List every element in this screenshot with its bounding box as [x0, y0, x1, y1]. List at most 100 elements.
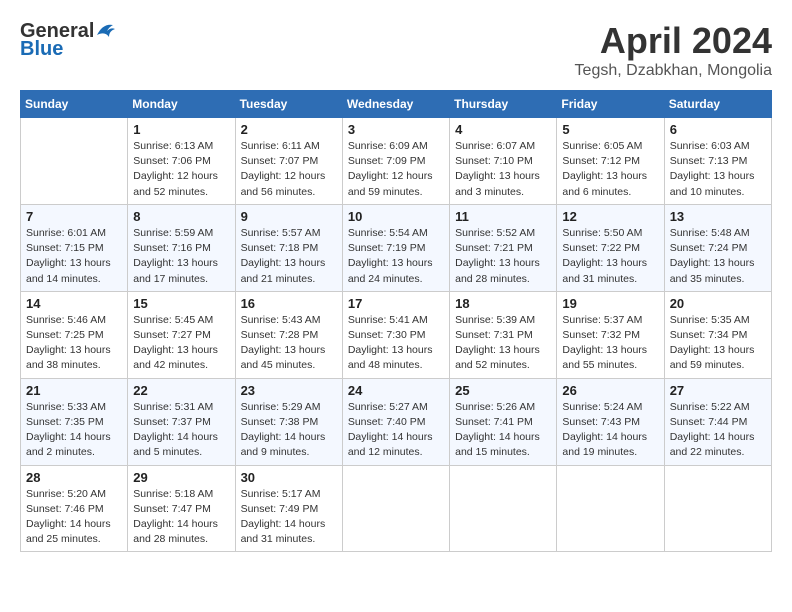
day-info: Sunrise: 5:17 AM Sunset: 7:49 PM Dayligh… [241, 487, 337, 548]
day-number: 18 [455, 296, 551, 311]
calendar-cell: 13Sunrise: 5:48 AM Sunset: 7:24 PM Dayli… [664, 204, 771, 291]
calendar-cell: 22 Sunrise: 5:31 AM Sunset: 7:37 PM Dayli… [128, 378, 235, 465]
day-info: Sunrise: 6:01 AM Sunset: 7:15 PM Dayligh… [26, 226, 122, 287]
calendar-cell: 3 Sunrise: 6:09 AM Sunset: 7:09 PM Daylig… [342, 118, 449, 205]
calendar-cell: 7 Sunrise: 6:01 AM Sunset: 7:15 PM Daylig… [21, 204, 128, 291]
day-info: Sunrise: 5:18 AM Sunset: 7:47 PM Dayligh… [133, 487, 229, 548]
logo: General Blue [20, 20, 117, 60]
calendar-cell: 9Sunrise: 5:57 AM Sunset: 7:18 PM Daylig… [235, 204, 342, 291]
day-info: Sunrise: 6:05 AM Sunset: 7:12 PM Dayligh… [562, 139, 658, 200]
calendar-body: 1 Sunrise: 6:13 AM Sunset: 7:06 PM Daylig… [21, 118, 772, 552]
day-number: 28 [26, 470, 122, 485]
day-info: Sunrise: 5:27 AM Sunset: 7:40 PM Dayligh… [348, 400, 444, 461]
day-info: Sunrise: 5:24 AM Sunset: 7:43 PM Dayligh… [562, 400, 658, 461]
day-number: 2 [241, 122, 337, 137]
calendar-cell: 10 Sunrise: 5:54 AM Sunset: 7:19 PM Dayli… [342, 204, 449, 291]
calendar-cell: 17 Sunrise: 5:41 AM Sunset: 7:30 PM Dayli… [342, 291, 449, 378]
calendar-header-row: SundayMondayTuesdayWednesdayThursdayFrid… [21, 91, 772, 118]
calendar-cell: 18 Sunrise: 5:39 AM Sunset: 7:31 PM Dayli… [450, 291, 557, 378]
header-tuesday: Tuesday [235, 91, 342, 118]
day-info: Sunrise: 5:31 AM Sunset: 7:37 PM Dayligh… [133, 400, 229, 461]
day-info: Sunrise: 5:54 AM Sunset: 7:19 PM Dayligh… [348, 226, 444, 287]
calendar-table: SundayMondayTuesdayWednesdayThursdayFrid… [20, 90, 772, 552]
calendar-cell: 23Sunrise: 5:29 AM Sunset: 7:38 PM Dayli… [235, 378, 342, 465]
calendar-cell: 12 Sunrise: 5:50 AM Sunset: 7:22 PM Dayli… [557, 204, 664, 291]
day-info: Sunrise: 5:20 AM Sunset: 7:46 PM Dayligh… [26, 487, 122, 548]
day-number: 22 [133, 383, 229, 398]
day-number: 23 [241, 383, 337, 398]
calendar-cell: 29 Sunrise: 5:18 AM Sunset: 7:47 PM Dayli… [128, 465, 235, 552]
day-number: 11 [455, 209, 551, 224]
location: Tegsh, Dzabkhan, Mongolia [575, 62, 772, 80]
logo-blue: Blue [20, 38, 63, 60]
day-number: 15 [133, 296, 229, 311]
day-info: Sunrise: 5:22 AM Sunset: 7:44 PM Dayligh… [670, 400, 766, 461]
week-row-2: 7 Sunrise: 6:01 AM Sunset: 7:15 PM Daylig… [21, 204, 772, 291]
calendar-cell: 30 Sunrise: 5:17 AM Sunset: 7:49 PM Dayli… [235, 465, 342, 552]
calendar-cell [450, 465, 557, 552]
day-number: 30 [241, 470, 337, 485]
day-number: 4 [455, 122, 551, 137]
calendar-cell: 11 Sunrise: 5:52 AM Sunset: 7:21 PM Dayli… [450, 204, 557, 291]
calendar-cell [21, 118, 128, 205]
calendar-cell [557, 465, 664, 552]
calendar-cell: 15 Sunrise: 5:45 AM Sunset: 7:27 PM Dayli… [128, 291, 235, 378]
header-sunday: Sunday [21, 91, 128, 118]
calendar-cell: 5 Sunrise: 6:05 AM Sunset: 7:12 PM Daylig… [557, 118, 664, 205]
week-row-3: 14 Sunrise: 5:46 AM Sunset: 7:25 PM Dayli… [21, 291, 772, 378]
calendar-cell [342, 465, 449, 552]
header-wednesday: Wednesday [342, 91, 449, 118]
calendar-cell: 27Sunrise: 5:22 AM Sunset: 7:44 PM Dayli… [664, 378, 771, 465]
title-block: April 2024 Tegsh, Dzabkhan, Mongolia [575, 20, 772, 80]
day-number: 3 [348, 122, 444, 137]
day-number: 13 [670, 209, 766, 224]
day-number: 19 [562, 296, 658, 311]
day-number: 24 [348, 383, 444, 398]
calendar-cell: 19 Sunrise: 5:37 AM Sunset: 7:32 PM Dayli… [557, 291, 664, 378]
day-info: Sunrise: 5:35 AM Sunset: 7:34 PM Dayligh… [670, 313, 766, 374]
day-info: Sunrise: 6:09 AM Sunset: 7:09 PM Dayligh… [348, 139, 444, 200]
day-info: Sunrise: 5:41 AM Sunset: 7:30 PM Dayligh… [348, 313, 444, 374]
header-friday: Friday [557, 91, 664, 118]
day-info: Sunrise: 5:37 AM Sunset: 7:32 PM Dayligh… [562, 313, 658, 374]
header-thursday: Thursday [450, 91, 557, 118]
day-info: Sunrise: 5:39 AM Sunset: 7:31 PM Dayligh… [455, 313, 551, 374]
day-number: 17 [348, 296, 444, 311]
calendar-cell: 6Sunrise: 6:03 AM Sunset: 7:13 PM Daylig… [664, 118, 771, 205]
day-number: 1 [133, 122, 229, 137]
day-number: 10 [348, 209, 444, 224]
header-saturday: Saturday [664, 91, 771, 118]
day-number: 6 [670, 122, 766, 137]
calendar-cell [664, 465, 771, 552]
day-number: 16 [241, 296, 337, 311]
week-row-5: 28 Sunrise: 5:20 AM Sunset: 7:46 PM Dayli… [21, 465, 772, 552]
day-number: 5 [562, 122, 658, 137]
day-info: Sunrise: 5:45 AM Sunset: 7:27 PM Dayligh… [133, 313, 229, 374]
day-info: Sunrise: 5:46 AM Sunset: 7:25 PM Dayligh… [26, 313, 122, 374]
day-info: Sunrise: 5:50 AM Sunset: 7:22 PM Dayligh… [562, 226, 658, 287]
day-number: 26 [562, 383, 658, 398]
day-info: Sunrise: 6:13 AM Sunset: 7:06 PM Dayligh… [133, 139, 229, 200]
day-number: 29 [133, 470, 229, 485]
day-number: 14 [26, 296, 122, 311]
day-number: 20 [670, 296, 766, 311]
calendar-cell: 26 Sunrise: 5:24 AM Sunset: 7:43 PM Dayli… [557, 378, 664, 465]
week-row-4: 21Sunrise: 5:33 AM Sunset: 7:35 PM Dayli… [21, 378, 772, 465]
day-info: Sunrise: 5:33 AM Sunset: 7:35 PM Dayligh… [26, 400, 122, 461]
header-monday: Monday [128, 91, 235, 118]
day-info: Sunrise: 5:57 AM Sunset: 7:18 PM Dayligh… [241, 226, 337, 287]
day-number: 25 [455, 383, 551, 398]
calendar-cell: 14 Sunrise: 5:46 AM Sunset: 7:25 PM Dayli… [21, 291, 128, 378]
week-row-1: 1 Sunrise: 6:13 AM Sunset: 7:06 PM Daylig… [21, 118, 772, 205]
day-number: 12 [562, 209, 658, 224]
calendar-cell: 4Sunrise: 6:07 AM Sunset: 7:10 PM Daylig… [450, 118, 557, 205]
day-info: Sunrise: 5:59 AM Sunset: 7:16 PM Dayligh… [133, 226, 229, 287]
calendar-cell: 21Sunrise: 5:33 AM Sunset: 7:35 PM Dayli… [21, 378, 128, 465]
calendar-cell: 2 Sunrise: 6:11 AM Sunset: 7:07 PM Daylig… [235, 118, 342, 205]
logo-bird-icon [95, 21, 117, 39]
day-info: Sunrise: 5:52 AM Sunset: 7:21 PM Dayligh… [455, 226, 551, 287]
day-info: Sunrise: 6:11 AM Sunset: 7:07 PM Dayligh… [241, 139, 337, 200]
day-number: 7 [26, 209, 122, 224]
calendar-cell: 16Sunrise: 5:43 AM Sunset: 7:28 PM Dayli… [235, 291, 342, 378]
calendar-cell: 20 Sunrise: 5:35 AM Sunset: 7:34 PM Dayli… [664, 291, 771, 378]
